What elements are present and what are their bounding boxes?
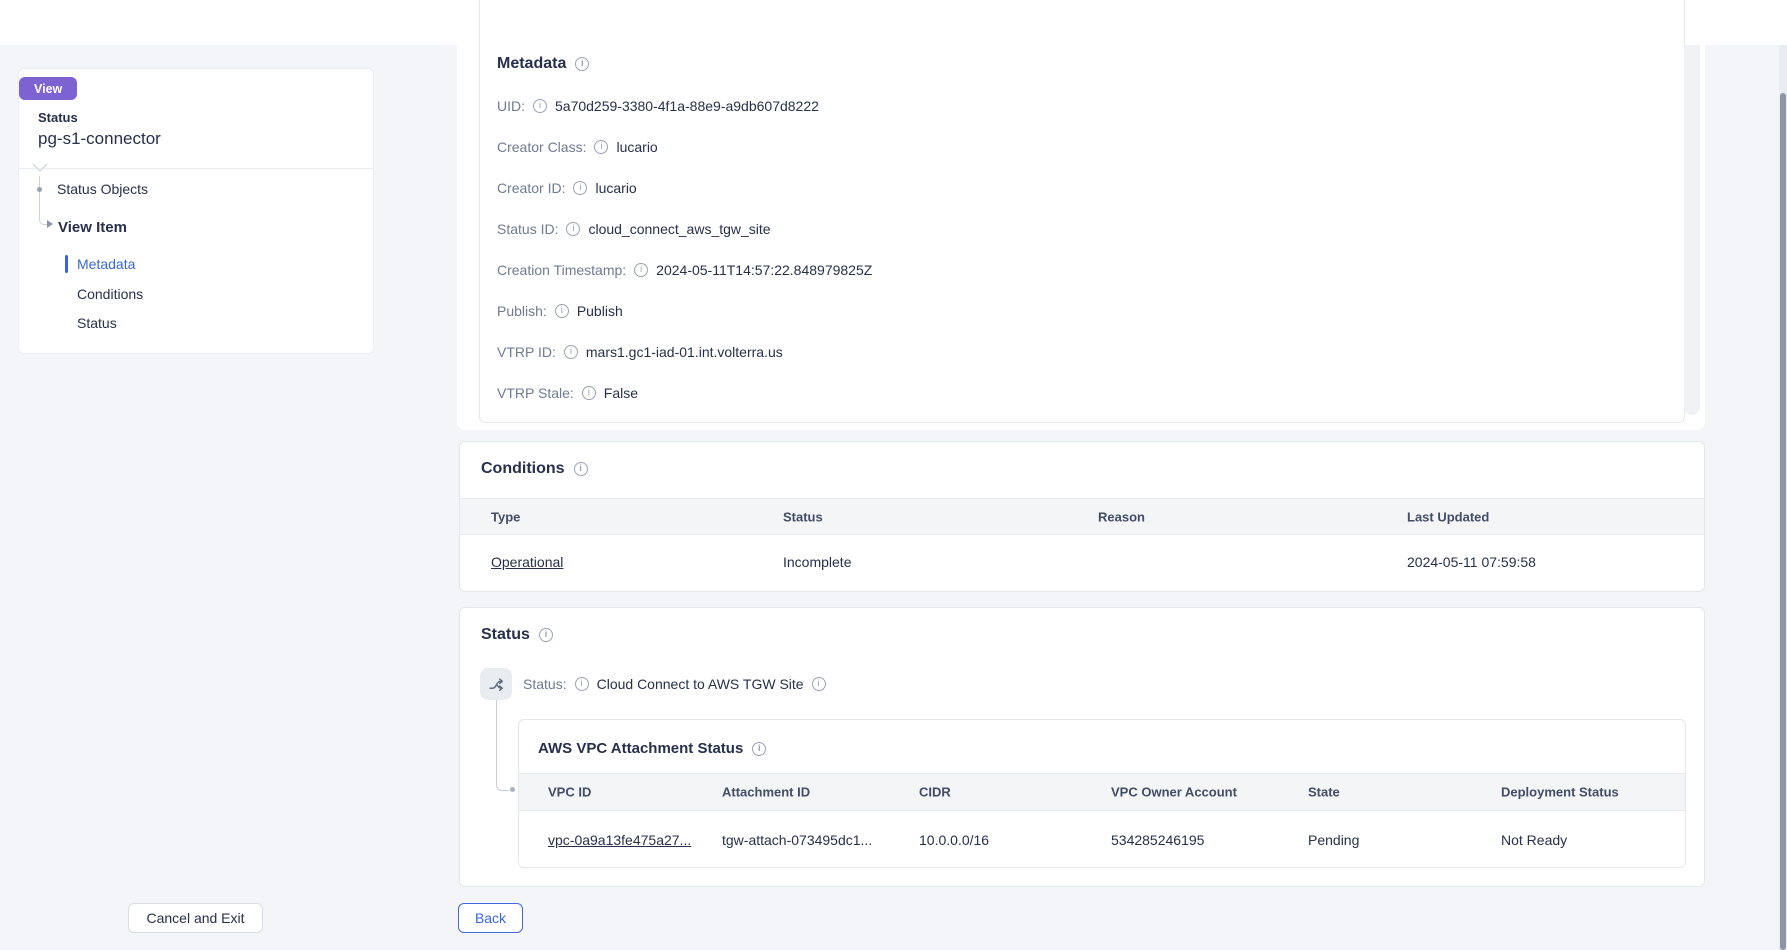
- info-icon[interactable]: i: [574, 462, 588, 476]
- field-label: Creation Timestamp:: [497, 262, 626, 278]
- field-value: 2024-05-11T14:57:22.848979825Z: [656, 262, 872, 278]
- condition-last-updated-cell: 2024-05-11 07:59:58: [1407, 554, 1536, 570]
- field-value: 5a70d259-3380-4f1a-88e9-a9db607d8222: [555, 98, 819, 114]
- panel-scrollbar-gutter[interactable]: [1684, 45, 1700, 415]
- sidebar-item-conditions[interactable]: Conditions: [77, 286, 143, 302]
- status-field-label: Status:: [523, 676, 567, 692]
- view-mode-badge: View: [19, 77, 77, 100]
- metadata-field-row: Creation Timestamp: i 2024-05-11T14:57:2…: [497, 260, 872, 280]
- metadata-title-text: Metadata: [497, 55, 566, 73]
- field-value: mars1.gc1-iad-01.int.volterra.us: [586, 344, 783, 360]
- branch-icon: [488, 676, 505, 693]
- column-header-attachment-id: Attachment ID: [722, 785, 810, 800]
- connector-dot: [510, 787, 515, 792]
- info-icon[interactable]: i: [582, 386, 596, 400]
- status-section: Status i Status: i Cloud Connect to AWS …: [459, 607, 1705, 887]
- info-icon[interactable]: i: [539, 628, 553, 642]
- info-icon[interactable]: i: [533, 99, 547, 113]
- status-section-title: Status i: [481, 626, 553, 644]
- sidebar-item-view-item[interactable]: View Item: [58, 219, 127, 236]
- info-icon[interactable]: i: [566, 222, 580, 236]
- info-icon[interactable]: i: [812, 677, 826, 691]
- collapse-notch-icon: [32, 164, 48, 173]
- field-value: lucario: [595, 180, 636, 196]
- field-label: Creator Class:: [497, 139, 586, 155]
- tree-bullet-icon: [37, 187, 42, 192]
- info-icon[interactable]: i: [575, 57, 589, 71]
- active-item-indicator: [65, 255, 68, 273]
- metadata-field-row: UID: i 5a70d259-3380-4f1a-88e9-a9db607d8…: [497, 96, 819, 116]
- back-button[interactable]: Back: [458, 903, 523, 933]
- conditions-section-title: Conditions i: [481, 460, 588, 478]
- info-icon[interactable]: i: [555, 304, 569, 318]
- column-header-status: Status: [783, 509, 823, 524]
- metadata-panel: Metadata i UID: i 5a70d259-3380-4f1a-88e…: [457, 0, 1705, 430]
- column-header-vpc-owner-account: VPC Owner Account: [1111, 785, 1237, 800]
- field-label: Status ID:: [497, 221, 558, 237]
- field-value: False: [604, 385, 638, 401]
- metadata-field-row: VTRP Stale: i False: [497, 383, 638, 403]
- vpc-table-header: VPC ID Attachment ID CIDR VPC Owner Acco…: [519, 773, 1685, 811]
- field-value: lucario: [616, 139, 657, 155]
- page: View Status pg-s1-connector Status Objec…: [0, 0, 1787, 950]
- vpc-id-link[interactable]: vpc-0a9a13fe475a27...: [548, 832, 691, 848]
- field-label: UID:: [497, 98, 525, 114]
- condition-type-link[interactable]: Operational: [491, 554, 563, 570]
- sidebar-item-status[interactable]: Status: [77, 315, 117, 331]
- field-label: VTRP Stale:: [497, 385, 574, 401]
- page-scrollbar-thumb[interactable]: [1780, 93, 1786, 950]
- metadata-field-row: VTRP ID: i mars1.gc1-iad-01.int.volterra…: [497, 342, 783, 362]
- metadata-section-title: Metadata i: [497, 55, 589, 73]
- field-label: Publish:: [497, 303, 547, 319]
- vpc-owner-account-cell: 534285246195: [1111, 832, 1204, 848]
- info-icon[interactable]: i: [752, 742, 766, 756]
- status-title-text: Status: [481, 626, 530, 644]
- info-icon[interactable]: i: [564, 345, 578, 359]
- metadata-field-row: Creator Class: i lucario: [497, 137, 658, 157]
- status-field-value: Cloud Connect to AWS TGW Site: [597, 676, 804, 692]
- vpc-attachment-title: AWS VPC Attachment Status i: [538, 740, 766, 757]
- status-field-row: Status: i Cloud Connect to AWS TGW Site …: [523, 675, 826, 693]
- info-icon[interactable]: i: [573, 181, 587, 195]
- conditions-section: Conditions i Type Status Reason Last Upd…: [459, 441, 1705, 592]
- column-header-reason: Reason: [1098, 509, 1145, 524]
- metadata-field-row: Status ID: i cloud_connect_aws_tgw_site: [497, 219, 771, 239]
- info-icon[interactable]: i: [634, 263, 648, 277]
- vpc-attachment-title-text: AWS VPC Attachment Status: [538, 740, 743, 757]
- sidebar-divider: [19, 168, 373, 169]
- conditions-title-text: Conditions: [481, 460, 565, 478]
- sidebar-item-metadata[interactable]: Metadata: [77, 256, 135, 272]
- sidebar: View Status pg-s1-connector Status Objec…: [18, 68, 374, 354]
- branch-toggle-button[interactable]: [480, 668, 512, 700]
- field-value: Publish: [577, 303, 623, 319]
- cancel-and-exit-button[interactable]: Cancel and Exit: [128, 903, 263, 933]
- metadata-field-row: Publish: i Publish: [497, 301, 623, 321]
- column-header-cidr: CIDR: [919, 785, 951, 800]
- column-header-vpc-id: VPC ID: [548, 785, 591, 800]
- condition-status-cell: Incomplete: [783, 554, 851, 570]
- object-kind-label: Status: [38, 110, 78, 125]
- state-cell: Pending: [1308, 832, 1359, 848]
- info-icon[interactable]: i: [575, 677, 589, 691]
- field-label: VTRP ID:: [497, 344, 556, 360]
- field-value: cloud_connect_aws_tgw_site: [588, 221, 770, 237]
- cidr-cell: 10.0.0.0/16: [919, 832, 989, 848]
- tree-elbow-line: [39, 214, 47, 225]
- vpc-attachment-card: AWS VPC Attachment Status i VPC ID Attac…: [518, 719, 1686, 868]
- column-header-deployment-status: Deployment Status: [1501, 785, 1619, 800]
- metadata-field-row: Creator ID: i lucario: [497, 178, 637, 198]
- info-icon[interactable]: i: [594, 140, 608, 154]
- conditions-table-header: Type Status Reason Last Updated: [460, 498, 1704, 535]
- tree-connector-line: [39, 176, 40, 216]
- tree-connector-line: [496, 700, 509, 791]
- column-header-type: Type: [491, 509, 520, 524]
- column-header-last-updated: Last Updated: [1407, 509, 1489, 524]
- deployment-status-cell: Not Ready: [1501, 832, 1567, 848]
- object-name-title: pg-s1-connector: [38, 129, 161, 149]
- column-header-state: State: [1308, 785, 1340, 800]
- field-label: Creator ID:: [497, 180, 565, 196]
- chevron-right-icon: [47, 220, 53, 228]
- attachment-id-cell: tgw-attach-073495dc1...: [722, 832, 872, 848]
- sidebar-item-status-objects[interactable]: Status Objects: [57, 181, 148, 197]
